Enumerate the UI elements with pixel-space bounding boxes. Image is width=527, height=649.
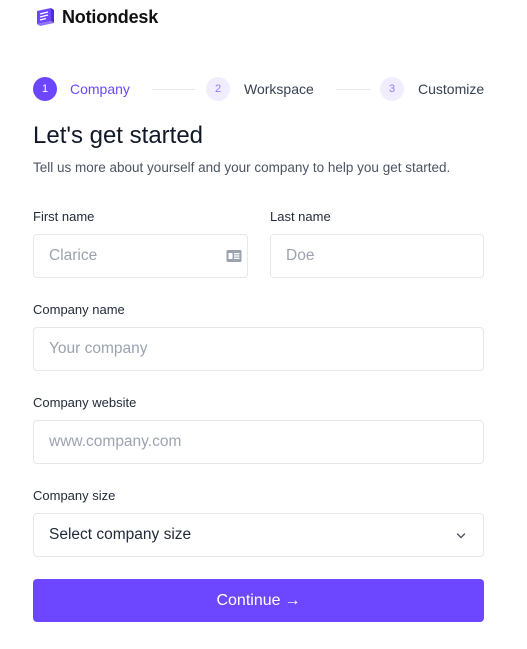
brand-name: Notiondesk — [62, 6, 159, 27]
brand-logo[interactable]: Notiondesk — [34, 6, 158, 28]
company-size-select[interactable]: Select company size — [33, 513, 484, 557]
arrow-right-icon: → — [284, 591, 301, 609]
book-logo-icon — [37, 8, 54, 26]
company-website-field-wrapper — [33, 420, 484, 464]
step-2-label: Workspace — [244, 81, 314, 97]
step-connector — [336, 89, 370, 90]
step-3-label: Customize — [418, 81, 485, 97]
step-3-number: 3 — [380, 77, 404, 101]
first-name-field[interactable] — [49, 247, 232, 265]
step-1-number: 1 — [33, 77, 57, 101]
step-2-number: 2 — [206, 77, 230, 101]
chevron-down-icon — [456, 533, 466, 539]
company-website-field[interactable] — [49, 433, 468, 451]
company-name-field-wrapper — [33, 327, 484, 371]
company-size-label: Company size — [33, 488, 116, 503]
progress-stepper: 1 Company 2 Workspace 3 Customize — [33, 77, 485, 101]
step-1-label: Company — [70, 81, 130, 97]
first-name-label: First name — [33, 209, 95, 224]
contact-card-icon[interactable] — [226, 249, 242, 263]
last-name-label: Last name — [270, 209, 331, 224]
continue-label: Continue — [216, 591, 281, 609]
company-website-label: Company website — [33, 395, 137, 410]
step-connector — [152, 89, 195, 90]
page-title: Let's get started — [33, 122, 204, 149]
first-name-field-wrapper — [33, 234, 248, 278]
company-name-label: Company name — [33, 302, 125, 317]
page-subtitle: Tell us more about yourself and your com… — [33, 160, 451, 175]
continue-button[interactable]: Continue → — [33, 579, 484, 622]
last-name-field[interactable] — [286, 247, 468, 265]
last-name-field-wrapper — [270, 234, 484, 278]
company-name-field[interactable] — [49, 340, 468, 358]
company-size-selected: Select company size — [49, 526, 192, 543]
